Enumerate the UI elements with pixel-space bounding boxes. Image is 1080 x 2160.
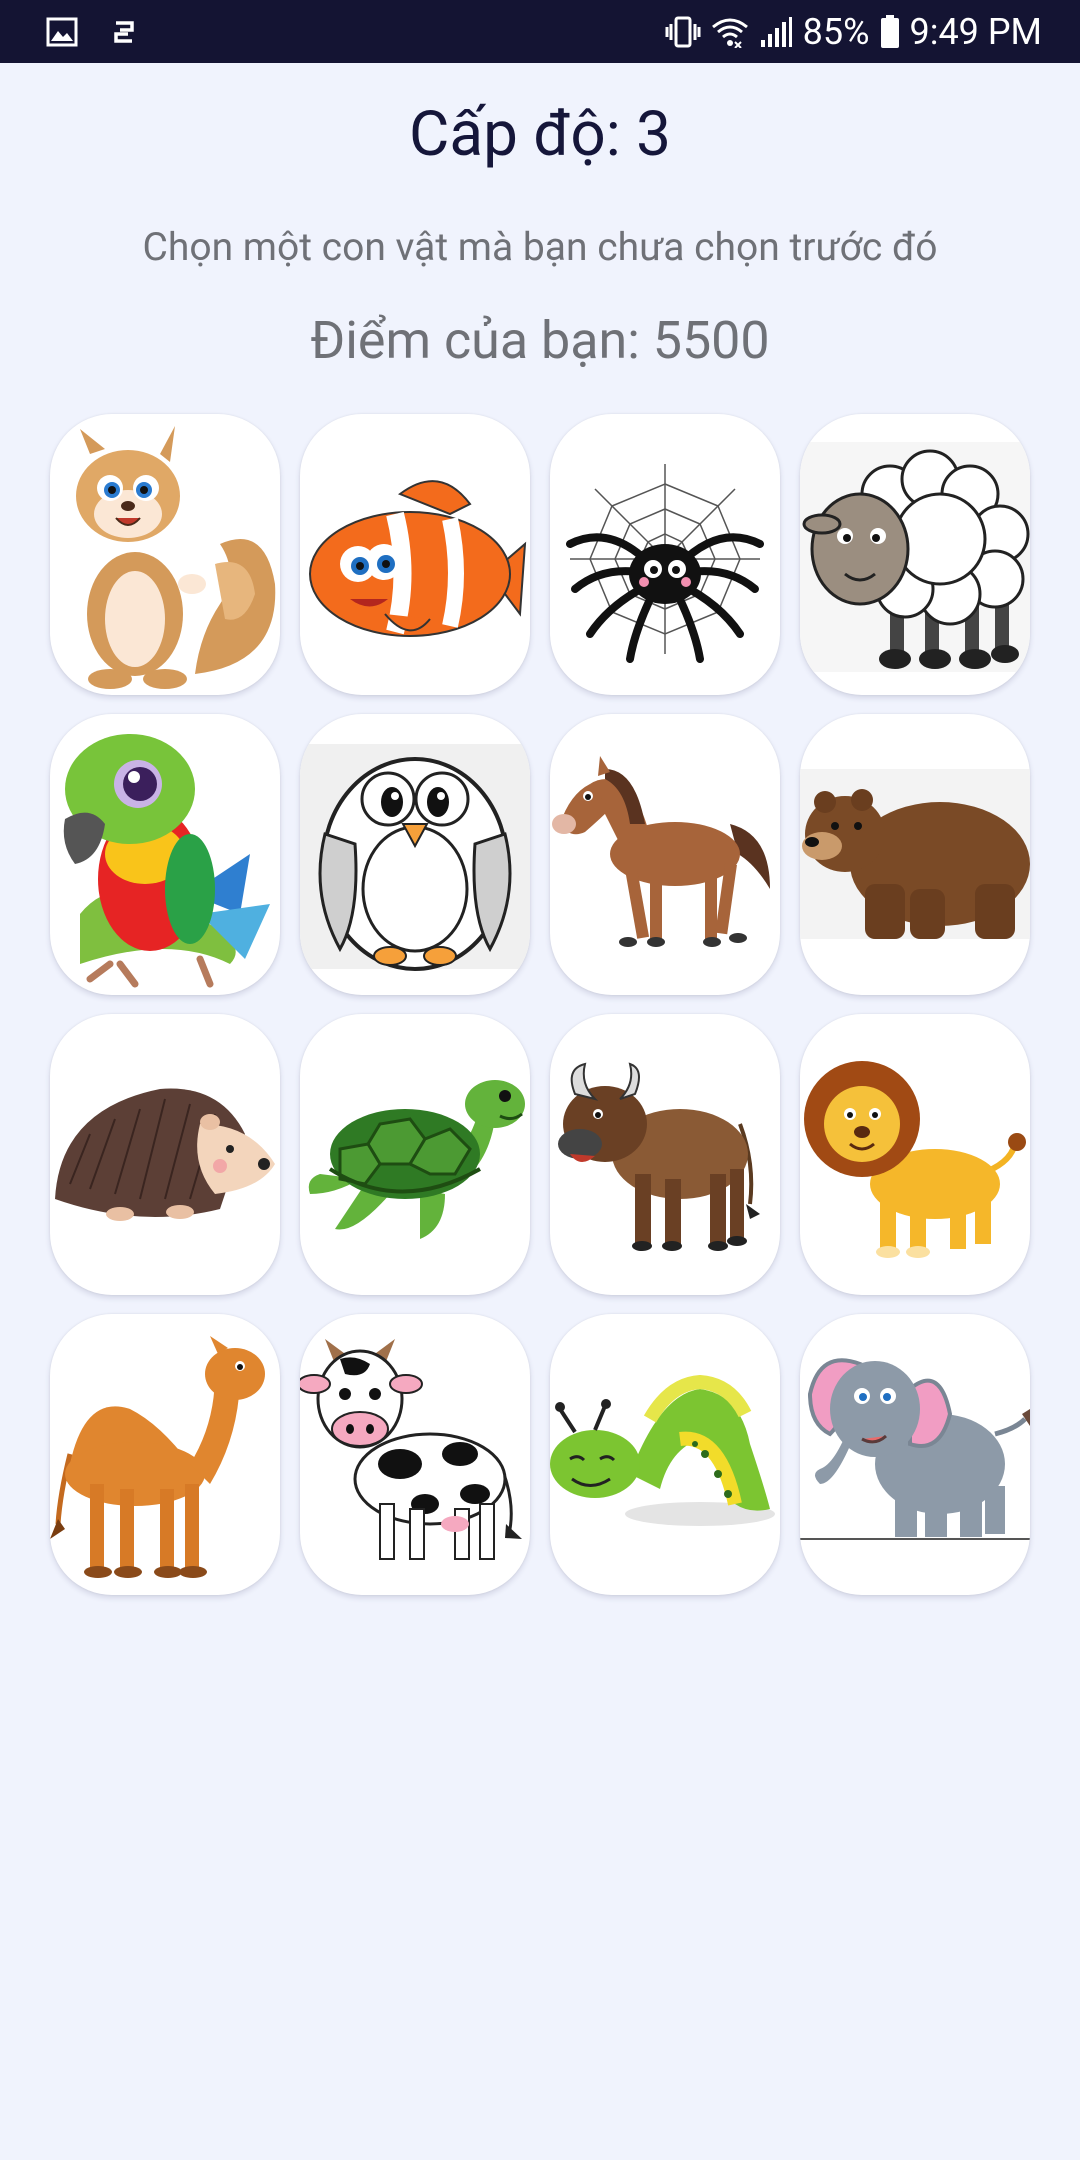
animal-card-buffalo[interactable] bbox=[550, 1014, 780, 1295]
animal-grid bbox=[50, 414, 1030, 1595]
animal-card-turtle[interactable] bbox=[300, 1014, 530, 1295]
cow-icon bbox=[300, 1339, 522, 1560]
bear-icon bbox=[800, 769, 1030, 939]
horse-icon bbox=[552, 756, 770, 947]
animal-card-caterpillar[interactable] bbox=[550, 1314, 780, 1595]
status-bar: 85% 9:49 PM bbox=[0, 0, 1080, 63]
animal-card-owl[interactable] bbox=[300, 714, 530, 995]
animal-card-sheep[interactable] bbox=[800, 414, 1030, 695]
animal-card-camel[interactable] bbox=[50, 1314, 280, 1595]
animal-card-horse[interactable] bbox=[550, 714, 780, 995]
battery-icon bbox=[880, 15, 900, 49]
level-title: Cấp độ: 3 bbox=[409, 98, 671, 171]
animal-card-clownfish[interactable] bbox=[300, 414, 530, 695]
clownfish-icon bbox=[309, 480, 527, 637]
animal-card-elephant[interactable] bbox=[800, 1314, 1030, 1595]
clock: 9:49 PM bbox=[909, 11, 1043, 53]
spider-icon bbox=[566, 464, 764, 663]
elephant-icon bbox=[800, 1358, 1030, 1540]
score-text: Điểm của bạn: 5500 bbox=[310, 310, 770, 371]
parrot-icon bbox=[63, 734, 270, 988]
vibrate-icon bbox=[665, 15, 701, 49]
signal-icon bbox=[759, 16, 793, 48]
status-left-icons bbox=[46, 14, 136, 50]
buffalo-icon bbox=[558, 1062, 760, 1251]
animal-card-spider[interactable] bbox=[550, 414, 780, 695]
animal-card-cow[interactable] bbox=[300, 1314, 530, 1595]
hedgehog-icon bbox=[55, 1088, 275, 1221]
owl-icon bbox=[300, 744, 530, 971]
wifi-icon bbox=[711, 16, 749, 48]
squirrel-icon bbox=[76, 426, 276, 689]
animal-card-parrot[interactable] bbox=[50, 714, 280, 995]
sync-icon bbox=[112, 19, 136, 45]
camel-icon bbox=[50, 1336, 265, 1578]
caterpillar-icon bbox=[550, 1374, 775, 1526]
turtle-icon bbox=[308, 1080, 525, 1239]
animal-card-hedgehog[interactable] bbox=[50, 1014, 280, 1295]
image-icon bbox=[46, 17, 78, 47]
battery-percent: 85% bbox=[802, 11, 870, 53]
animal-card-lion[interactable] bbox=[800, 1014, 1030, 1295]
animal-card-squirrel[interactable] bbox=[50, 414, 280, 695]
sheep-icon bbox=[800, 442, 1030, 672]
lion-icon bbox=[804, 1061, 1026, 1258]
animal-card-bear[interactable] bbox=[800, 714, 1030, 995]
status-right-icons: 85% 9:49 PM bbox=[665, 8, 1042, 56]
instruction-text: Chọn một con vật mà bạn chưa chọn trước … bbox=[142, 224, 938, 270]
